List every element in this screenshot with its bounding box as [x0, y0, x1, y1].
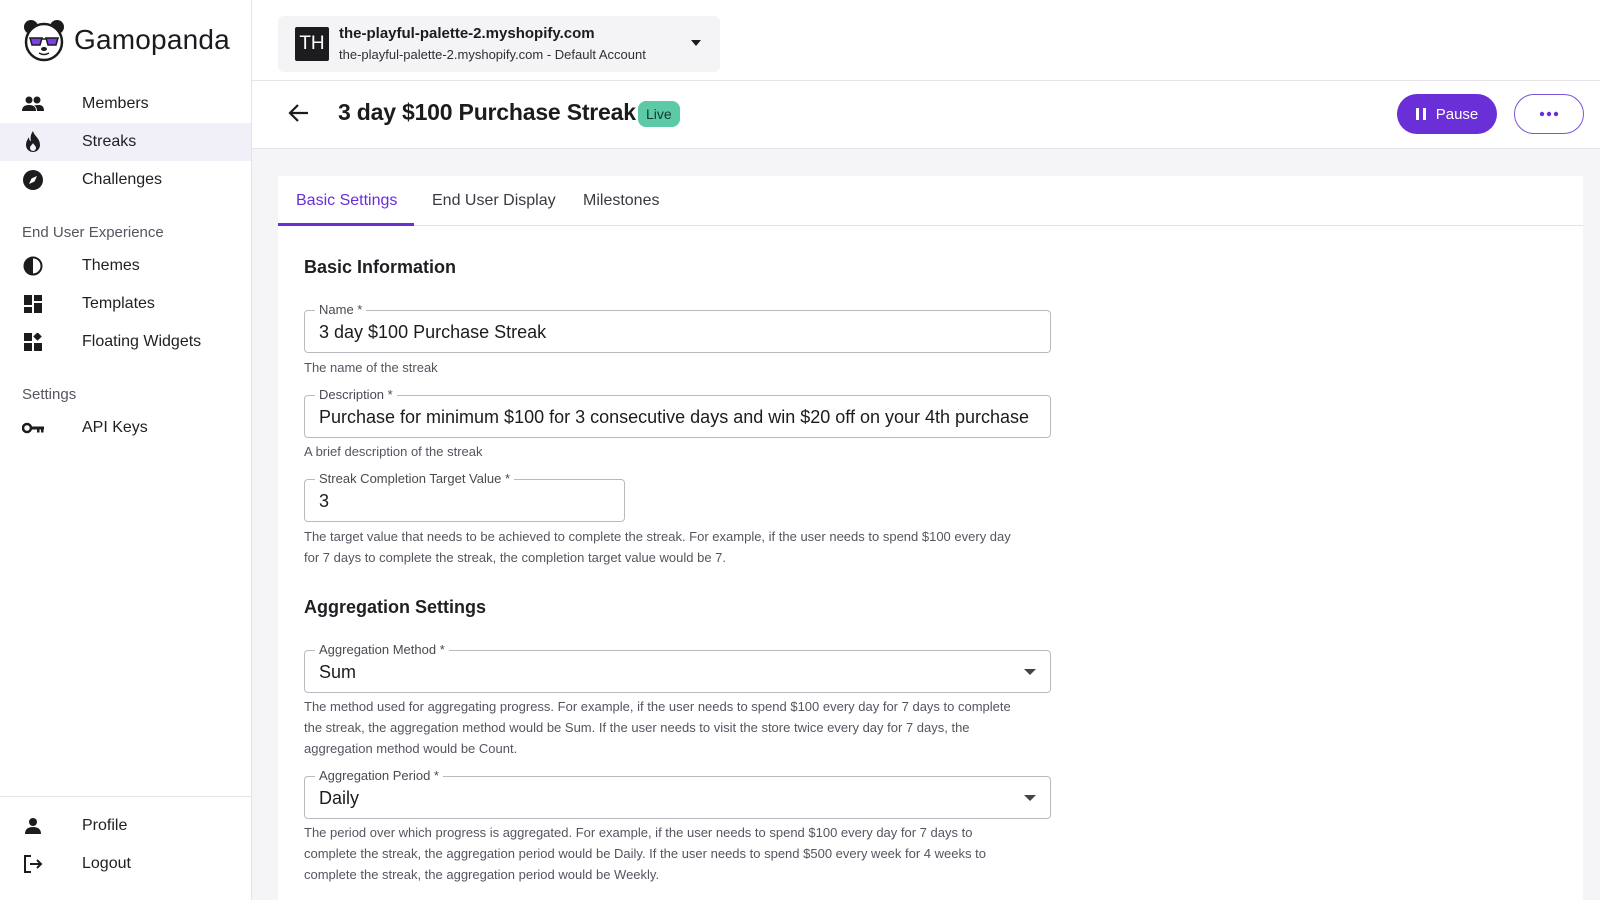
aggregation-period-label: Aggregation Period *	[315, 768, 443, 784]
pause-button[interactable]: Pause	[1397, 94, 1497, 134]
sidebar-item-label: Logout	[82, 855, 131, 872]
store-selector[interactable]: TH the-playful-palette-2.myshopify.com t…	[278, 16, 720, 72]
members-icon	[22, 93, 44, 115]
dashboard-icon	[22, 293, 44, 315]
compass-icon	[22, 169, 44, 191]
sidebar: Gamopanda Members Streaks Challenges End…	[0, 0, 252, 900]
pause-icon	[1415, 108, 1426, 120]
widgets-icon	[22, 331, 44, 353]
sidebar-item-api-keys[interactable]: API Keys	[0, 409, 251, 447]
aggregation-method-value: Sum	[319, 662, 357, 682]
more-horizontal-icon	[1539, 111, 1559, 117]
target-value-field[interactable]: Streak Completion Target Value * 3	[304, 471, 625, 522]
sidebar-item-templates[interactable]: Templates	[0, 285, 251, 323]
pause-button-label: Pause	[1435, 105, 1479, 123]
name-field-value: 3 day $100 Purchase Streak	[319, 322, 547, 342]
target-value-field-label: Streak Completion Target Value *	[315, 471, 515, 487]
tab-end-user-display[interactable]: End User Display	[432, 176, 556, 226]
brand[interactable]: Gamopanda	[22, 18, 230, 62]
section-title-basic-information: Basic Information	[304, 257, 457, 277]
settings-card: Basic Settings End User Display Mileston…	[278, 176, 1583, 900]
sidebar-item-logout[interactable]: Logout	[0, 845, 251, 883]
sidebar-item-label: API Keys	[82, 419, 148, 436]
aggregation-method-label: Aggregation Method *	[315, 642, 449, 658]
tab-bar: Basic Settings End User Display Mileston…	[278, 176, 1583, 226]
aggregation-method-helper-line1: The method used for aggregating progress…	[304, 699, 1011, 714]
store-avatar: TH	[295, 27, 329, 61]
aggregation-method-helper-line2: the streak, the aggregation method would…	[304, 720, 970, 735]
sidebar-item-label: Templates	[82, 295, 155, 312]
target-helper-text-line2: for 7 days to complete the streak, the c…	[304, 550, 727, 565]
description-field-label: Description *	[315, 387, 397, 403]
aggregation-period-helper-line2: complete the streak, the aggregation per…	[304, 846, 986, 861]
sidebar-item-profile[interactable]: Profile	[0, 807, 251, 845]
name-helper-text: The name of the streak	[304, 360, 438, 375]
top-divider	[252, 80, 1600, 81]
tab-milestones[interactable]: Milestones	[583, 176, 659, 226]
sidebar-item-label: Streaks	[82, 133, 137, 150]
back-arrow-icon[interactable]	[286, 100, 312, 126]
sidebar-item-label: Floating Widgets	[82, 333, 202, 350]
name-field[interactable]: Name * 3 day $100 Purchase Streak	[304, 302, 1051, 353]
active-tab-indicator	[278, 223, 414, 226]
sidebar-item-themes[interactable]: Themes	[0, 247, 251, 285]
sidebar-item-floating-widgets[interactable]: Floating Widgets	[0, 323, 251, 361]
sidebar-item-label: Themes	[82, 257, 140, 274]
store-domain: the-playful-palette-2.myshopify.com	[339, 25, 595, 42]
page-title: 3 day $100 Purchase Streak	[338, 99, 636, 125]
tab-basic-settings[interactable]: Basic Settings	[296, 176, 397, 226]
caret-down-icon	[1024, 795, 1036, 801]
sidebar-item-members[interactable]: Members	[0, 85, 251, 123]
description-field-value: Purchase for minimum $100 for 3 consecut…	[319, 407, 1030, 427]
section-title-end-user-experience: End User Experience	[22, 224, 164, 241]
key-icon	[22, 417, 44, 439]
description-helper-text: A brief description of the streak	[304, 444, 483, 459]
description-field[interactable]: Description * Purchase for minimum $100 …	[304, 387, 1051, 438]
sidebar-item-streaks[interactable]: Streaks	[0, 123, 251, 161]
caret-down-icon	[691, 40, 701, 46]
name-field-label: Name *	[315, 302, 367, 318]
status-badge: Live	[638, 101, 680, 127]
store-account: the-playful-palette-2.myshopify.com - De…	[339, 47, 646, 62]
target-value-field-value: 3	[319, 491, 330, 511]
more-options-button[interactable]	[1514, 94, 1584, 134]
person-icon	[22, 815, 44, 837]
caret-down-icon	[1024, 669, 1036, 675]
target-helper-text-line1: The target value that needs to be achiev…	[304, 529, 1011, 544]
sidebar-item-challenges[interactable]: Challenges	[0, 161, 251, 199]
aggregation-period-select[interactable]: Aggregation Period * Daily	[304, 768, 1051, 819]
aggregation-period-helper-line1: The period over which progress is aggreg…	[304, 825, 973, 840]
aggregation-period-value: Daily	[319, 788, 360, 808]
sidebar-item-label: Members	[82, 95, 149, 112]
logout-icon	[22, 853, 44, 875]
brand-name: Gamopanda	[74, 24, 230, 55]
sidebar-item-label: Profile	[82, 817, 128, 834]
aggregation-method-select[interactable]: Aggregation Method * Sum	[304, 642, 1051, 693]
sidebar-item-label: Challenges	[82, 171, 163, 188]
panda-logo-icon	[24, 20, 64, 62]
contrast-icon	[22, 255, 44, 277]
section-title-aggregation-settings: Aggregation Settings	[304, 597, 487, 617]
section-title-settings: Settings	[22, 386, 77, 403]
flame-icon	[22, 131, 44, 153]
aggregation-period-helper-line3: complete the streak, the aggregation per…	[304, 867, 660, 882]
aggregation-method-helper-line3: aggregation method would be Count.	[304, 741, 518, 756]
sidebar-divider	[0, 796, 251, 797]
